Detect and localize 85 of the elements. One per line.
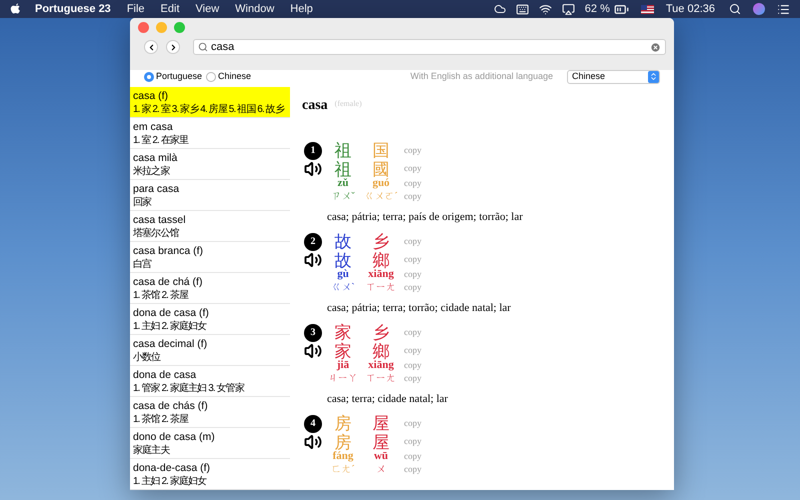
result-item[interactable]: em casa 1. 室 2. 在家里 <box>130 118 290 149</box>
search-icon <box>198 42 208 52</box>
result-item[interactable]: para casa 回家 <box>130 180 290 211</box>
cloud-icon[interactable] <box>494 3 506 15</box>
search-field[interactable]: casa <box>193 39 666 55</box>
zhuyin-text: ㄨ <box>376 464 386 474</box>
notifications-icon[interactable] <box>777 2 790 16</box>
chinese-character: 屋 <box>372 415 390 432</box>
chinese-character: 家 <box>334 342 352 360</box>
keyboard-icon[interactable] <box>516 2 529 16</box>
siri-icon[interactable] <box>753 3 765 15</box>
chinese-character: 鄉 <box>372 342 390 360</box>
language-select[interactable]: Chinese <box>567 70 660 84</box>
back-button[interactable] <box>144 40 158 54</box>
clear-icon[interactable] <box>650 42 661 52</box>
language-radio[interactable]: Portuguese <box>144 70 202 84</box>
result-item[interactable]: casa tassel 塔塞尔公馆 <box>130 211 290 242</box>
pinyin-text: jiā <box>336 360 350 371</box>
apple-icon[interactable] <box>10 3 21 15</box>
speaker-icon[interactable] <box>304 160 322 178</box>
number-badge: 2 <box>304 232 322 250</box>
result-item[interactable]: dono de casa (m) 家庭主夫 <box>130 428 290 459</box>
chinese-character: 祖 <box>334 142 352 159</box>
pinyin-text: guó <box>372 178 390 189</box>
result-item[interactable]: casa de chá (f) 1. 茶馆 2. 茶屋 <box>130 273 290 304</box>
speaker-icon[interactable] <box>304 251 322 269</box>
search-icon[interactable] <box>729 3 741 15</box>
stepper-icon <box>649 72 658 82</box>
chinese-character: 国 <box>372 142 390 159</box>
menu-item[interactable]: Help <box>290 0 313 18</box>
pinyin-text: xiāng <box>368 360 394 371</box>
flag-icon[interactable] <box>640 4 654 14</box>
zhuyin-text: ㄒㄧㄤ <box>366 282 396 292</box>
result-item[interactable]: casa de chás (f) 1. 茶馆 2. 茶屋 <box>130 397 290 428</box>
chinese-character: 乡 <box>372 324 390 341</box>
chinese-character: 屋 <box>372 434 390 450</box>
language-radio[interactable]: Chinese <box>206 70 252 84</box>
additional-language-label: With English as additional language <box>410 70 553 84</box>
menu-item[interactable]: View <box>196 0 220 18</box>
pinyin-text: xiāng <box>368 269 394 280</box>
result-item[interactable]: dona de casa 1. 管家 2. 家庭主妇 3. 女管家 <box>130 366 290 397</box>
headword: casa <box>302 97 328 115</box>
pinyin-text: fáng <box>332 451 354 462</box>
chinese-character: 鄉 <box>372 252 390 268</box>
chinese-character: 國 <box>372 160 390 178</box>
zhuyin-text: ㄗㄨˇ <box>331 192 355 202</box>
app-menu[interactable]: Portuguese 23 <box>35 0 111 18</box>
result-item[interactable]: dona-de-casa (f) 1. 主妇 2. 家庭妇女 <box>130 459 290 490</box>
forward-button[interactable] <box>166 40 180 54</box>
zhuyin-text: ㄐㄧㄚ <box>328 374 358 384</box>
meaning-text: casa; pátria; terra; país de origem; torrão; lar <box>327 210 523 225</box>
chinese-character: 家 <box>334 324 352 341</box>
result-item[interactable]: dona de casa (f) 1. 主妇 2. 家庭妇女 <box>130 304 290 335</box>
number-badge: 4 <box>304 414 322 432</box>
airplay-icon[interactable] <box>562 2 575 16</box>
chinese-character: 故 <box>334 252 352 268</box>
meaning-text: casa; pátria; terra; torrão; cidade natal; lar <box>327 300 511 316</box>
result-item[interactable]: casa milà 米拉之家 <box>130 149 290 180</box>
meaning-text: casa; terra; cidade natal; lar <box>327 392 448 407</box>
zhuyin-text: ㄍㄨˋ <box>331 282 355 292</box>
result-item[interactable]: casa branca (f) 白宫 <box>130 242 290 273</box>
menu-item[interactable]: Edit <box>160 0 180 18</box>
close-button[interactable] <box>138 22 149 33</box>
result-item[interactable]: casa decimal (f) 小数位 <box>130 335 290 366</box>
pinyin-text: zǔ <box>338 178 348 189</box>
battery-percentage[interactable]: 62 % <box>584 0 610 18</box>
pinyin-text: gù <box>337 269 349 280</box>
chinese-character: 乡 <box>372 233 390 250</box>
menu-item[interactable]: File <box>126 0 145 18</box>
number-badge: 1 <box>304 142 322 160</box>
pinyin-text: wū <box>374 451 388 462</box>
zhuyin-text: ㄍㄨㄛˊ <box>364 192 398 202</box>
result-item[interactable]: casa (f) 1. 家 2. 室 3. 家乡 4. 房屋 5. 祖国 6. 故乡 <box>130 87 290 118</box>
chinese-character: 故 <box>334 233 352 250</box>
menu-item[interactable]: Window <box>235 0 274 18</box>
chinese-character: 祖 <box>334 160 352 178</box>
wifi-icon[interactable] <box>538 2 552 16</box>
chinese-character: 房 <box>334 434 352 450</box>
chinese-character: 房 <box>334 415 352 432</box>
clock[interactable]: Tue 02:36 <box>666 0 715 18</box>
speaker-icon[interactable] <box>304 342 322 360</box>
zhuyin-text: ㄈㄤˊ <box>331 464 355 474</box>
speaker-icon[interactable] <box>304 433 322 451</box>
number-badge: 3 <box>304 324 322 342</box>
zhuyin-text: ㄒㄧㄤ <box>366 374 396 384</box>
